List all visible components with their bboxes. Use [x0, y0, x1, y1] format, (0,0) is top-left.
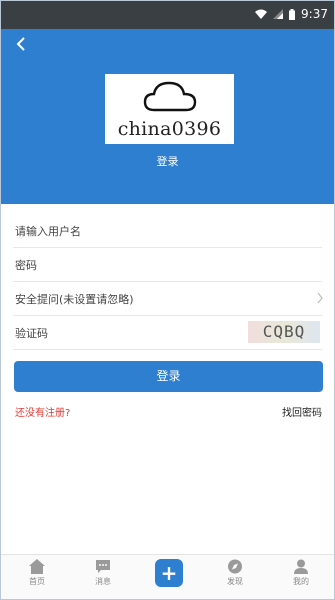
publish-plus-button[interactable]: +	[155, 559, 183, 587]
tab-discover[interactable]: 发现	[215, 559, 255, 587]
captcha-code: CQBQ	[262, 322, 306, 341]
login-button[interactable]: 登录	[14, 361, 323, 392]
back-arrow-icon[interactable]	[13, 35, 31, 53]
tab-messages[interactable]: 消息	[83, 559, 123, 587]
chevron-right-icon	[317, 292, 323, 304]
captcha-image[interactable]: CQBQ	[248, 321, 320, 343]
tab-mine[interactable]: 我的	[281, 559, 321, 587]
login-header: china0396 登录	[1, 29, 334, 204]
app-window: 9:37 china0396 登录 请输入用户名 密码 安全提问(未设置请忽略)	[0, 0, 335, 600]
register-link[interactable]: 还没有注册?	[15, 404, 70, 419]
login-form: 请输入用户名 密码 安全提问(未设置请忽略) 验证码 CQBQ	[1, 214, 334, 350]
tab-messages-label: 消息	[95, 577, 111, 586]
compass-icon	[228, 559, 242, 574]
tab-home-label: 首页	[29, 577, 45, 586]
home-icon	[29, 559, 45, 574]
captcha-placeholder: 验证码	[15, 327, 48, 340]
password-field[interactable]: 密码	[13, 248, 322, 282]
tab-mine-label: 我的	[293, 577, 309, 586]
security-question-label: 安全提问(未设置请忽略)	[15, 293, 134, 306]
security-question-select[interactable]: 安全提问(未设置请忽略)	[13, 282, 323, 316]
tab-home[interactable]: 首页	[17, 559, 57, 587]
battery-icon	[289, 8, 296, 20]
plus-icon: +	[160, 561, 178, 585]
user-icon	[294, 559, 308, 574]
site-logo: china0396	[105, 74, 234, 144]
forgot-password-link[interactable]: 找回密码	[282, 404, 322, 419]
wifi-icon	[255, 9, 268, 19]
logo-text: china0396	[117, 118, 222, 140]
captcha-field[interactable]: 验证码 CQBQ	[13, 316, 322, 350]
page-title: 登录	[156, 155, 179, 168]
password-placeholder: 密码	[15, 259, 37, 272]
bottom-tab-bar: 首页 消息 + 发现 我的	[1, 554, 334, 599]
signal-icon	[273, 9, 284, 19]
status-bar: 9:37	[1, 1, 334, 29]
username-placeholder: 请输入用户名	[15, 225, 81, 238]
message-icon	[96, 560, 110, 573]
username-field[interactable]: 请输入用户名	[13, 214, 322, 248]
cloud-icon	[143, 81, 197, 112]
tab-discover-label: 发现	[227, 577, 243, 586]
status-time: 9:37	[301, 7, 328, 21]
